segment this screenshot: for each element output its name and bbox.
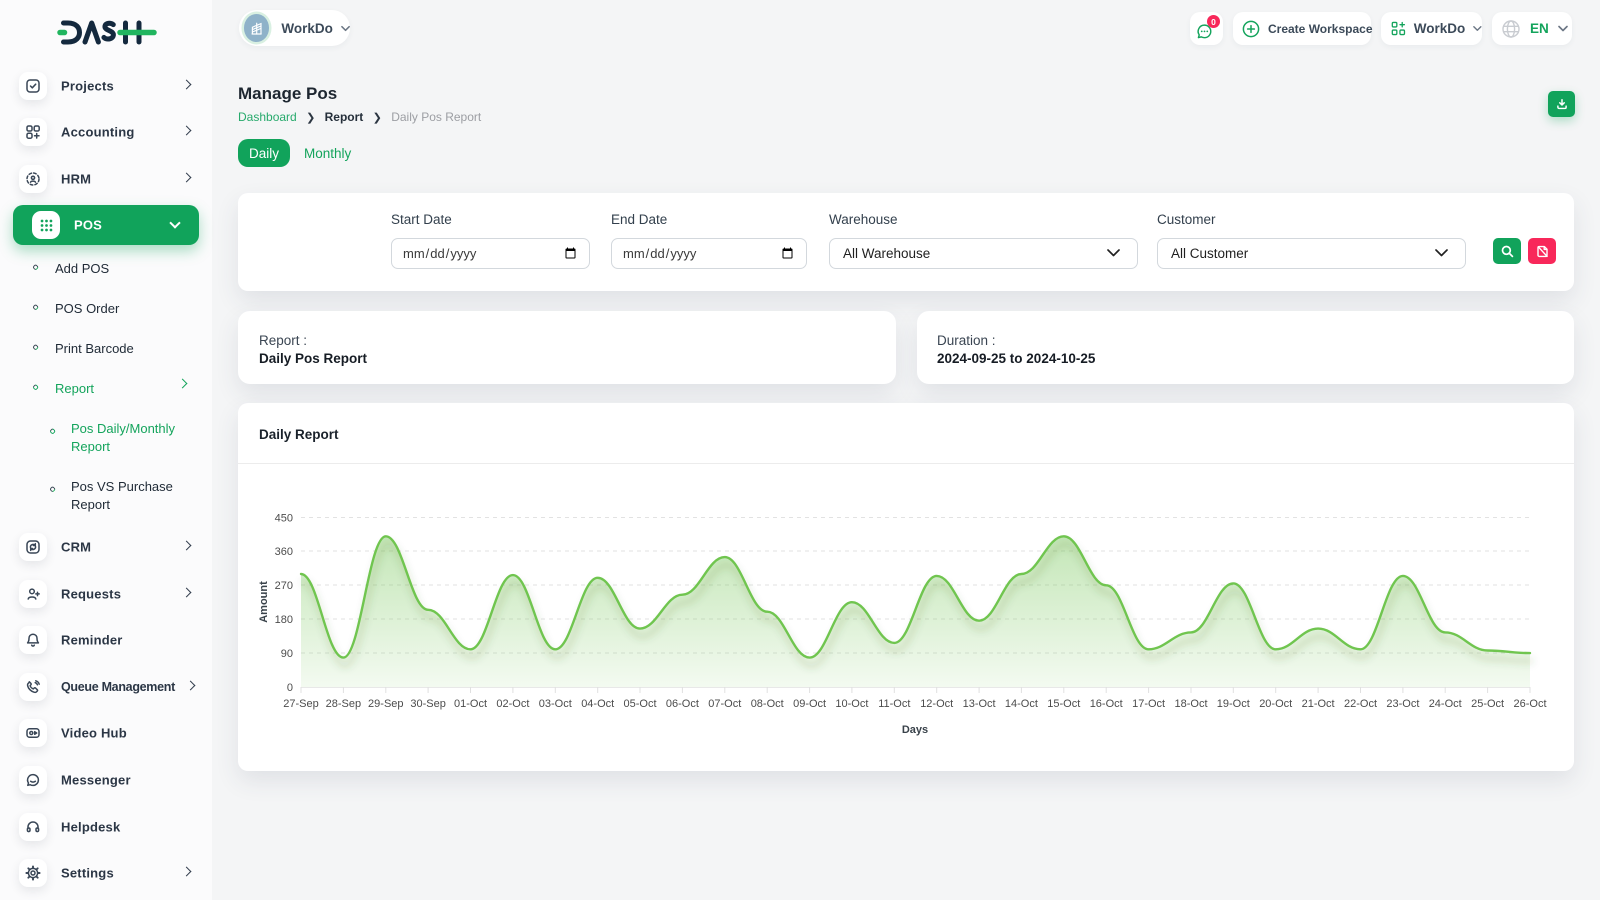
svg-text:11-Oct: 11-Oct — [878, 698, 910, 710]
svg-text:07-Oct: 07-Oct — [708, 698, 741, 710]
svg-text:19-Oct: 19-Oct — [1217, 698, 1250, 710]
svg-text:180: 180 — [275, 614, 293, 626]
svg-text:Amount: Amount — [258, 581, 270, 623]
svg-text:270: 270 — [275, 580, 293, 592]
svg-text:16-Oct: 16-Oct — [1090, 698, 1123, 710]
svg-text:22-Oct: 22-Oct — [1344, 698, 1377, 710]
svg-text:14-Oct: 14-Oct — [1005, 698, 1038, 710]
svg-text:02-Oct: 02-Oct — [496, 698, 529, 710]
svg-text:27-Sep: 27-Sep — [283, 698, 318, 710]
svg-text:0: 0 — [287, 682, 293, 694]
svg-text:360: 360 — [275, 546, 293, 558]
svg-text:Days: Days — [902, 724, 928, 736]
svg-text:05-Oct: 05-Oct — [623, 698, 656, 710]
svg-text:08-Oct: 08-Oct — [751, 698, 784, 710]
svg-text:29-Sep: 29-Sep — [368, 698, 403, 710]
svg-text:23-Oct: 23-Oct — [1386, 698, 1419, 710]
svg-text:28-Sep: 28-Sep — [326, 698, 361, 710]
svg-text:04-Oct: 04-Oct — [581, 698, 614, 710]
svg-text:90: 90 — [281, 648, 293, 660]
svg-text:10-Oct: 10-Oct — [835, 698, 868, 710]
svg-text:12-Oct: 12-Oct — [920, 698, 953, 710]
svg-text:21-Oct: 21-Oct — [1302, 698, 1335, 710]
svg-text:13-Oct: 13-Oct — [963, 698, 996, 710]
svg-text:09-Oct: 09-Oct — [793, 698, 826, 710]
svg-text:30-Sep: 30-Sep — [410, 698, 445, 710]
svg-text:26-Oct: 26-Oct — [1513, 698, 1546, 710]
svg-text:25-Oct: 25-Oct — [1471, 698, 1504, 710]
svg-text:18-Oct: 18-Oct — [1174, 698, 1207, 710]
svg-text:24-Oct: 24-Oct — [1429, 698, 1462, 710]
svg-text:450: 450 — [275, 513, 293, 525]
svg-text:17-Oct: 17-Oct — [1132, 698, 1165, 710]
svg-text:20-Oct: 20-Oct — [1259, 698, 1292, 710]
svg-text:03-Oct: 03-Oct — [539, 698, 572, 710]
svg-text:06-Oct: 06-Oct — [666, 698, 699, 710]
svg-text:15-Oct: 15-Oct — [1047, 698, 1080, 710]
svg-text:01-Oct: 01-Oct — [454, 698, 487, 710]
